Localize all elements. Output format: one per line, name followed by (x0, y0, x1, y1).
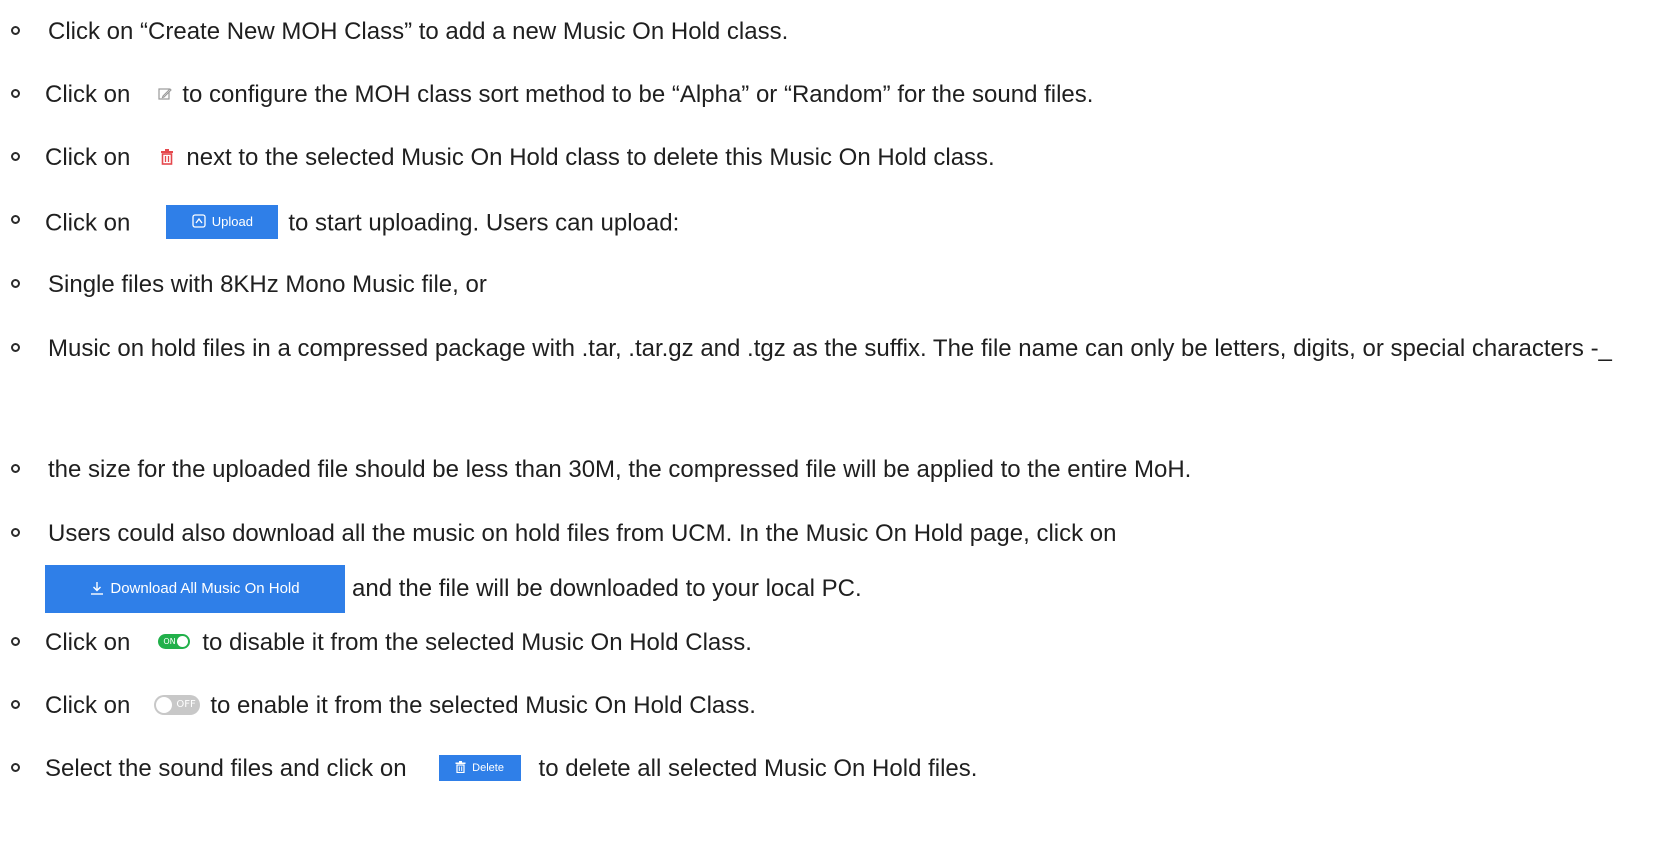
list-item-text: Click on Upload to start uploading. Users … (45, 205, 679, 243)
bullet-icon (11, 763, 20, 772)
list-item-text: Single files with 8KHz Mono Music file, … (48, 271, 487, 298)
toggle-off-switch[interactable]: OFF (154, 694, 201, 715)
bullet-icon (11, 215, 20, 224)
list-item-text: Users could also download all the music … (48, 520, 1117, 547)
bullet-icon (11, 637, 20, 646)
list-item-text: Click on “Create New MOH Class” to add a… (48, 18, 789, 45)
bullet-icon (11, 343, 20, 352)
download-icon (91, 581, 104, 595)
bullet-icon (11, 528, 20, 537)
trash-icon (161, 148, 174, 165)
bullet-icon (11, 152, 20, 161)
list-item: Music on hold files in a compressed pack… (0, 333, 1677, 423)
toggle-knob (177, 636, 189, 648)
bullet-icon (11, 89, 20, 98)
list-item-text: Select the sound files and click on Delet… (45, 754, 978, 782)
list-item-text: Music on hold files in a compressed pack… (48, 335, 1612, 362)
list-item: Users could also download all the music … (0, 518, 1677, 618)
trash-icon (455, 760, 466, 773)
bullet-icon (11, 279, 20, 288)
list-item-text: the size for the uploaded file should be… (48, 456, 1192, 483)
list-item-text-continued: and the file will be downloaded to your … (352, 575, 862, 602)
toggle-on-switch[interactable]: ON (158, 634, 191, 650)
bullet-icon (11, 26, 20, 35)
delete-button[interactable]: Delete (438, 754, 521, 781)
list-item-text: Click on ON to disable it from the selecte… (45, 629, 752, 656)
bullet-icon (11, 464, 20, 473)
bullet-icon (11, 700, 20, 709)
download-all-button[interactable]: Download All Music On Hold (45, 565, 345, 613)
upload-button[interactable]: Upload (166, 205, 279, 239)
list-item-text: Click on next to the selected Music On Ho… (45, 144, 995, 171)
edit-icon (158, 87, 173, 100)
list-item-text: Click on to configure the MOH class sort … (45, 81, 1094, 108)
list-item-text: Click on OFF to enable it from the selecte… (45, 692, 756, 719)
upload-icon (192, 214, 206, 228)
toggle-knob (156, 696, 173, 713)
